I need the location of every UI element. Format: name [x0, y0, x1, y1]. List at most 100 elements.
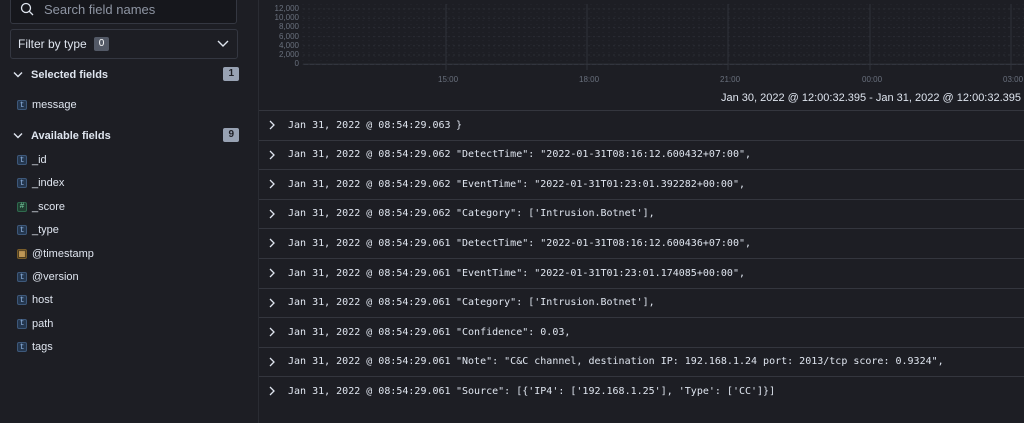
field-item[interactable]: t tags — [17, 339, 53, 355]
field-name: host — [32, 294, 53, 307]
row-timestamp: Jan 31, 2022 @ 08:54:29.061 — [288, 356, 451, 368]
table-row[interactable]: Jan 31, 2022 @ 08:54:29.061 "DetectTime":… — [259, 228, 1024, 257]
field-item[interactable]: t _id — [17, 152, 47, 168]
row-message: } — [456, 119, 463, 131]
chevron-down-icon — [13, 72, 23, 78]
filter-by-type-label: Filter by type — [18, 37, 87, 51]
field-name: _score — [32, 200, 66, 213]
string-type-icon: t — [17, 225, 27, 236]
y-axis-tick-label: 4,000 — [278, 40, 299, 50]
y-axis-tick-label: 12,000 — [274, 4, 299, 13]
string-type-icon: t — [17, 155, 27, 165]
row-message: "Category": ['Intrusion.Botnet'], — [456, 208, 655, 220]
y-axis-tick-label: 2,000 — [278, 50, 299, 59]
selected-fields-header[interactable]: Selected fields 1 — [13, 67, 239, 83]
expand-row-icon[interactable] — [267, 208, 277, 220]
row-message: "DetectTime": "2022-01-31T08:16:12.60043… — [456, 237, 752, 249]
row-timestamp: Jan 31, 2022 @ 08:54:29.063 — [288, 119, 451, 131]
expand-row-icon[interactable] — [267, 237, 277, 249]
string-type-icon: t — [17, 295, 27, 306]
search-icon — [20, 2, 34, 16]
time-range-label: Jan 30, 2022 @ 12:00:32.395 - Jan 31, 20… — [721, 92, 1022, 104]
string-type-icon: t — [17, 178, 27, 189]
expand-row-icon[interactable] — [267, 149, 277, 161]
discover-main: 12,000 10,000 8,000 6,000 4,000 2,000 0 15:00 1… — [258, 0, 1024, 423]
table-row[interactable]: Jan 31, 2022 @ 08:54:29.062 "Category": [… — [259, 198, 1024, 228]
field-name: message — [32, 99, 77, 111]
field-name: path — [32, 317, 54, 330]
row-message: "EventTime": "2022-01-31T01:23:01.174085… — [456, 267, 745, 279]
x-axis-tick-label: 00:00 — [862, 75, 883, 84]
expand-row-icon[interactable] — [267, 267, 277, 279]
expand-row-icon[interactable] — [267, 119, 277, 131]
table-row[interactable]: Jan 31, 2022 @ 08:54:29.063} — [259, 110, 1024, 139]
field-name: tags — [32, 341, 53, 354]
table-row[interactable]: Jan 31, 2022 @ 08:54:29.061 "Confidence":… — [259, 317, 1024, 346]
y-axis-tick-label: 0 — [294, 59, 299, 69]
selected-fields-title: Selected fields — [31, 69, 109, 81]
number-type-icon: # — [17, 201, 27, 212]
field-item[interactable]: t @version — [17, 269, 79, 285]
table-row[interactable]: Jan 31, 2022 @ 08:54:29.061 "Category": [… — [259, 287, 1024, 317]
table-row[interactable]: Jan 31, 2022 @ 08:54:29.061 "Note": "C&C … — [259, 346, 1024, 376]
field-sidebar: Filter by type 0 Selected fields 1 tmess… — [0, 0, 258, 423]
field-name: _index — [32, 177, 65, 190]
field-item[interactable]: ▦ @timestamp — [17, 246, 94, 262]
row-timestamp: Jan 31, 2022 @ 08:54:29.062 — [288, 208, 451, 220]
row-timestamp: Jan 31, 2022 @ 08:54:29.061 — [288, 237, 451, 249]
selected-fields-count: 1 — [223, 67, 239, 81]
field-item[interactable]: t _index — [17, 175, 64, 191]
x-axis-tick-label: 18:00 — [579, 75, 600, 84]
table-row[interactable]: Jan 31, 2022 @ 08:54:29.061 "EventTime": … — [259, 258, 1024, 287]
y-axis-tick-label: 6,000 — [278, 31, 299, 41]
row-message: "Category": ['Intrusion.Botnet'], — [456, 297, 655, 309]
field-item[interactable]: t host — [17, 292, 53, 308]
x-axis-tick-label: 21:00 — [720, 75, 741, 84]
table-row[interactable]: Jan 31, 2022 @ 08:54:29.062 "DetectTime":… — [259, 139, 1024, 169]
expand-row-icon[interactable] — [267, 297, 277, 309]
row-message: "Source": [{'IP4': ['192.168.1.25'], 'Ty… — [456, 385, 776, 397]
field-name: @timestamp — [32, 247, 94, 260]
row-message: "DetectTime": "2022-01-31T08:16:12.60043… — [456, 149, 752, 161]
date-type-icon: ▦ — [17, 248, 27, 259]
row-timestamp: Jan 31, 2022 @ 08:54:29.061 — [288, 385, 451, 397]
string-type-icon: t — [17, 100, 27, 110]
expand-row-icon[interactable] — [267, 326, 277, 338]
expand-row-icon[interactable] — [267, 178, 277, 190]
field-item[interactable]: t _type — [17, 222, 59, 238]
row-message: "Note": "C&C channel, destination IP: 19… — [456, 356, 944, 368]
string-type-icon: t — [17, 342, 27, 353]
field-item[interactable]: # _score — [17, 199, 65, 215]
row-message: "Confidence": 0.03, — [456, 326, 571, 338]
row-timestamp: Jan 31, 2022 @ 08:54:29.062 — [288, 178, 451, 190]
filter-by-type-button[interactable]: Filter by type 0 — [10, 29, 238, 59]
field-name: @version — [32, 271, 79, 283]
table-row[interactable]: Jan 31, 2022 @ 08:54:29.062 "EventTime": … — [259, 169, 1024, 198]
field-item[interactable]: t path — [17, 316, 53, 332]
field-item[interactable]: t message — [17, 97, 77, 113]
row-timestamp: Jan 31, 2022 @ 08:54:29.062 — [288, 149, 451, 161]
histogram-grid — [302, 4, 1024, 70]
x-axis-tick-label: 15:00 — [438, 75, 459, 84]
row-message: "EventTime": "2022-01-31T01:23:01.392282… — [456, 178, 745, 190]
expand-row-icon[interactable] — [267, 385, 277, 397]
y-axis-tick-label: 8,000 — [278, 22, 299, 32]
available-fields-header[interactable]: Available fields 9 — [13, 128, 239, 144]
field-search-box[interactable] — [10, 0, 237, 24]
field-search-input[interactable] — [42, 0, 226, 18]
row-timestamp: Jan 31, 2022 @ 08:54:29.061 — [288, 326, 451, 338]
field-name: _id — [32, 154, 47, 166]
string-type-icon: t — [17, 318, 27, 329]
string-type-icon: t — [17, 272, 27, 282]
available-fields-count: 9 — [223, 128, 239, 142]
row-timestamp: Jan 31, 2022 @ 08:54:29.061 — [288, 297, 451, 309]
available-fields-title: Available fields — [31, 130, 111, 142]
field-name: _type — [32, 224, 59, 237]
x-axis-tick-label: 03:00 — [1003, 75, 1024, 84]
chevron-down-icon — [13, 133, 23, 139]
expand-row-icon[interactable] — [267, 356, 277, 368]
y-axis-tick-label: 10,000 — [274, 13, 299, 23]
table-row[interactable]: Jan 31, 2022 @ 08:54:29.061 "Source": [{'… — [259, 376, 1024, 405]
row-timestamp: Jan 31, 2022 @ 08:54:29.061 — [288, 267, 451, 279]
filter-count-badge: 0 — [93, 37, 110, 51]
